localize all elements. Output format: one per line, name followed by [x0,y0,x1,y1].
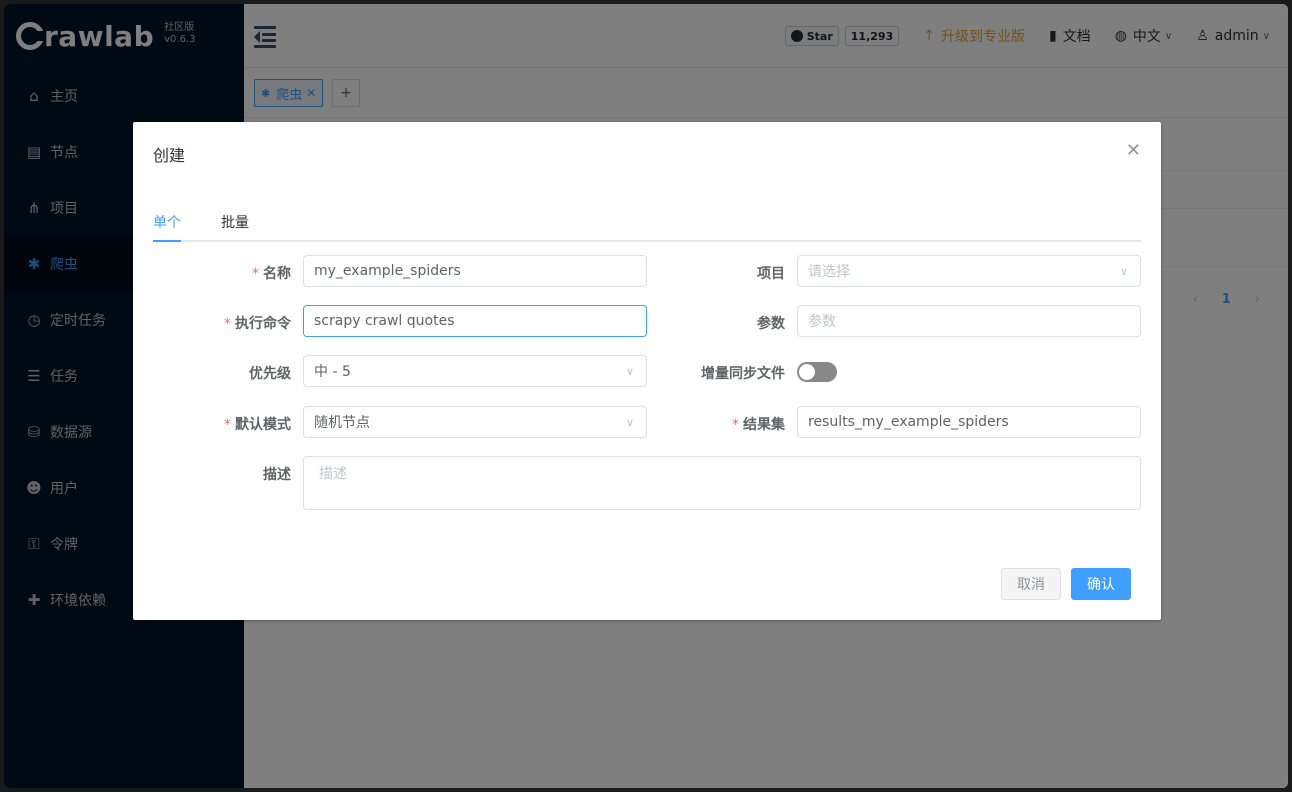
command-input[interactable]: scrapy crawl quotes [303,305,647,337]
priority-value: 中 - 5 [314,364,351,380]
priority-select[interactable]: 中 - 5 ∨ [303,355,647,387]
priority-label: 优先级 [249,366,291,382]
command-label: * 执行命令 [224,316,291,332]
tab-active-indicator [153,240,181,242]
param-input[interactable]: 参数 [797,305,1141,337]
incremental-sync-toggle[interactable] [797,362,837,382]
description-textarea[interactable]: 描述 [303,456,1141,510]
confirm-button[interactable]: 确认 [1071,568,1131,600]
mode-value: 随机节点 [314,415,370,431]
project-select[interactable]: 请选择 ∨ [797,255,1141,287]
mode-label: * 默认模式 [224,417,291,433]
chevron-down-icon: ∨ [625,416,634,429]
description-label: 描述 [263,467,291,483]
project-label: 项目 [757,266,785,282]
tab-single[interactable]: 单个 [153,212,181,242]
tab-batch[interactable]: 批量 [221,212,249,242]
incremental-sync-label: 增量同步文件 [701,366,785,382]
name-label: * 名称 [252,266,291,282]
chevron-down-icon: ∨ [625,365,634,378]
mode-select[interactable]: 随机节点 ∨ [303,406,647,438]
dialog-title: 创建 [153,146,186,165]
close-icon[interactable]: ✕ [1126,140,1141,161]
dialog-tabs: 单个 批量 [153,212,1141,242]
cancel-button[interactable]: 取消 [1001,568,1061,600]
chevron-down-icon: ∨ [1119,265,1128,278]
app-window: rawlab 社区版 v0.6.3 ⌂ 主页 ▤ 节点 ⋔ 项目 ✱ 爬虫 [4,4,1288,788]
project-select-placeholder: 请选择 [808,264,850,280]
create-spider-dialog: 创建 ✕ 单个 批量 * 名称 my_example_spiders 项目 请选择… [133,122,1161,620]
result-collection-label: * 结果集 [732,417,785,433]
result-collection-input[interactable]: results_my_example_spiders [797,406,1141,438]
param-label: 参数 [757,316,785,332]
name-input[interactable]: my_example_spiders [303,255,647,287]
